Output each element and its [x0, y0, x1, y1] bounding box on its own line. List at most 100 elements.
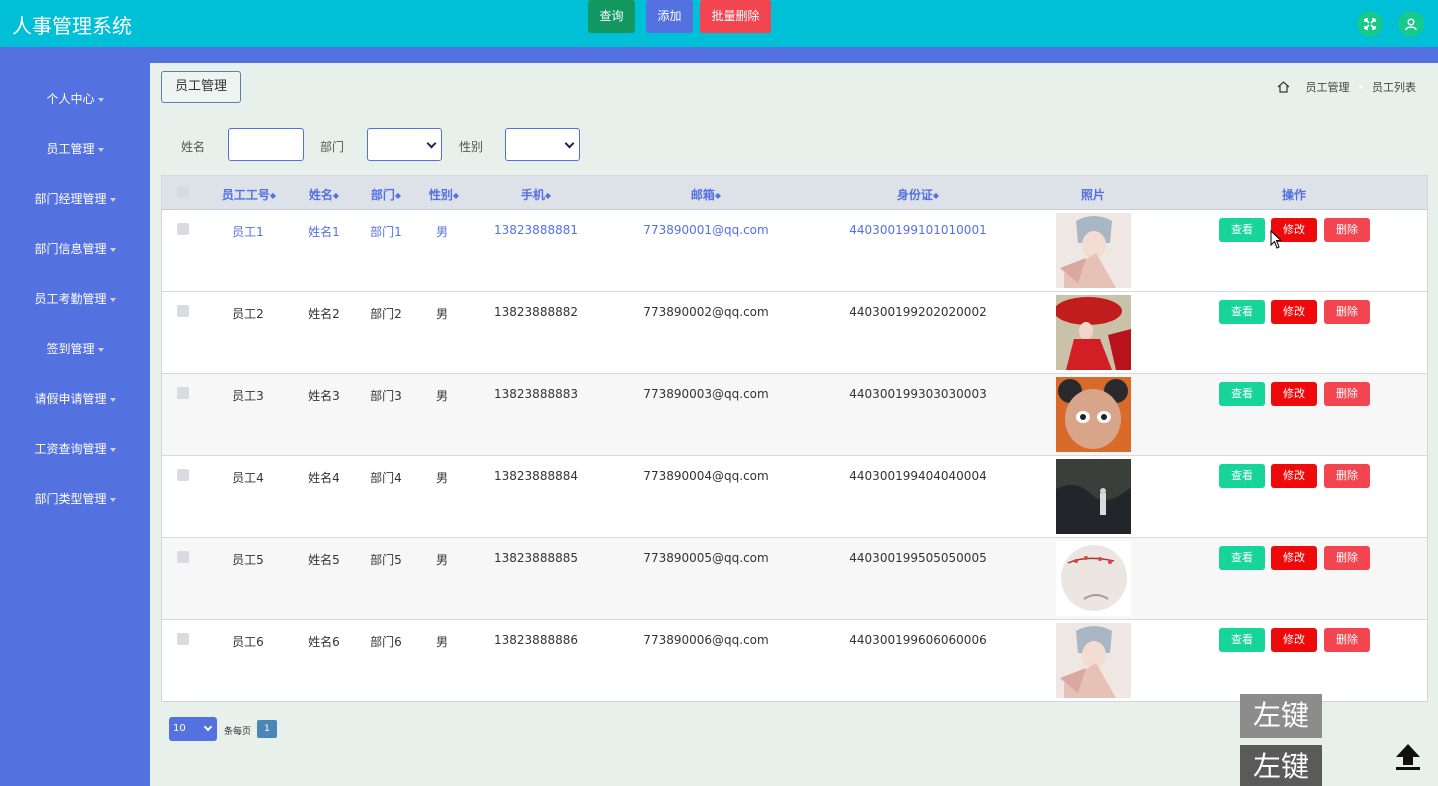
header-label: 姓名 — [308, 188, 333, 202]
header-idcard[interactable]: 身份证◆ — [897, 186, 939, 203]
delete-button[interactable]: 删除 — [1324, 300, 1370, 324]
sidebar-item-label: 员工考勤管理 — [34, 292, 107, 306]
cell-email: 773890004@qq.com — [643, 469, 769, 483]
header-employee-id[interactable]: 员工工号◆ — [222, 186, 276, 203]
add-button[interactable]: 添加 — [646, 0, 693, 33]
caret-down-icon — [97, 97, 104, 102]
sidebar-item-checkin[interactable]: 签到管理 — [0, 337, 150, 361]
header-label: 性别 — [428, 188, 453, 202]
sidebar-item-employee[interactable]: 员工管理 — [0, 137, 150, 161]
row-checkbox[interactable] — [177, 387, 189, 399]
sort-icon: ◆ — [932, 191, 940, 200]
sidebar-item-label: 签到管理 — [46, 342, 95, 356]
delete-button[interactable]: 删除 — [1324, 218, 1370, 242]
edit-button[interactable]: 修改 — [1271, 628, 1317, 652]
table-row: 员工6 姓名6 部门6 男 13823888886 773890006@qq.c… — [162, 620, 1427, 702]
header-dept[interactable]: 部门◆ — [371, 186, 401, 203]
sidebar-item-dept-info[interactable]: 部门信息管理 — [0, 237, 150, 261]
mouse-cursor-icon — [1270, 230, 1283, 249]
header-phone[interactable]: 手机◆ — [521, 186, 551, 203]
header-label: 员工工号 — [221, 188, 270, 202]
sidebar-item-label: 个人中心 — [46, 92, 95, 106]
header-photo: 照片 — [1080, 188, 1106, 202]
header-label: 部门 — [370, 188, 395, 202]
gender-select[interactable] — [505, 128, 580, 161]
cell-email: 773890006@qq.com — [643, 633, 769, 647]
delete-button[interactable]: 删除 — [1324, 382, 1370, 406]
batch-delete-button[interactable]: 批量删除 — [700, 0, 771, 33]
row-checkbox[interactable] — [177, 469, 189, 481]
header-name[interactable]: 姓名◆ — [309, 186, 339, 203]
query-button[interactable]: 查询 — [588, 0, 635, 33]
fullscreen-icon[interactable] — [1357, 11, 1383, 37]
header-gender[interactable]: 性别◆ — [429, 186, 459, 203]
view-button[interactable]: 查看 — [1219, 628, 1265, 652]
row-checkbox[interactable] — [177, 223, 189, 235]
key-press-badge: 左键 — [1240, 694, 1322, 738]
cell-name: 姓名1 — [308, 225, 340, 239]
cell-phone: 13823888886 — [494, 633, 578, 647]
caret-down-icon — [109, 247, 116, 252]
sidebar-item-dept-manager[interactable]: 部门经理管理 — [0, 187, 150, 211]
row-checkbox[interactable] — [177, 551, 189, 563]
row-checkbox[interactable] — [177, 633, 189, 645]
cell-phone: 13823888884 — [494, 469, 578, 483]
edit-button[interactable]: 修改 — [1271, 464, 1317, 488]
page-number[interactable]: 1 — [257, 720, 277, 738]
sidebar-item-attendance[interactable]: 员工考勤管理 — [0, 287, 150, 311]
view-button[interactable]: 查看 — [1219, 300, 1265, 324]
caret-down-icon — [109, 197, 116, 202]
cell-gender: 男 — [435, 471, 449, 485]
name-input[interactable] — [228, 128, 304, 161]
sort-icon: ◆ — [452, 191, 460, 200]
delete-button[interactable]: 删除 — [1324, 628, 1370, 652]
cell-name: 姓名3 — [308, 389, 340, 403]
cell-phone: 13823888885 — [494, 551, 578, 565]
user-icon[interactable] — [1398, 11, 1424, 37]
employee-photo — [1056, 459, 1131, 534]
delete-button[interactable]: 删除 — [1324, 546, 1370, 570]
cell-gender: 男 — [435, 389, 449, 403]
caret-down-icon — [109, 397, 116, 402]
sidebar-item-leave[interactable]: 请假申请管理 — [0, 387, 150, 411]
cell-employee-id: 员工1 — [232, 225, 264, 239]
per-page-label: 条每页 — [224, 727, 252, 737]
table-row: 员工5 姓名5 部门5 男 13823888885 773890005@qq.c… — [162, 538, 1427, 620]
sort-icon: ◆ — [394, 191, 402, 200]
cell-email: 773890003@qq.com — [643, 387, 769, 401]
edit-button[interactable]: 修改 — [1271, 382, 1317, 406]
view-button[interactable]: 查看 — [1219, 218, 1265, 242]
cell-name: 姓名5 — [308, 553, 340, 567]
user-glyph — [1405, 18, 1417, 31]
edit-button[interactable]: 修改 — [1271, 546, 1317, 570]
delete-button[interactable]: 删除 — [1324, 464, 1370, 488]
cell-dept: 部门4 — [370, 471, 402, 485]
page-size-select[interactable]: 10 — [169, 717, 217, 741]
edit-button[interactable]: 修改 — [1271, 300, 1317, 324]
view-button[interactable]: 查看 — [1219, 382, 1265, 406]
sidebar-item-salary[interactable]: 工资查询管理 — [0, 437, 150, 461]
cell-gender: 男 — [435, 307, 449, 321]
header-email[interactable]: 邮箱◆ — [691, 186, 721, 203]
sidebar-item-label: 工资查询管理 — [34, 442, 107, 456]
sidebar-item-personal-center[interactable]: 个人中心 — [0, 87, 150, 111]
page-size-value: 10 — [173, 723, 186, 734]
module-tag: 员工管理 — [161, 71, 241, 103]
select-all-checkbox[interactable] — [177, 186, 189, 198]
sidebar-item-dept-type[interactable]: 部门类型管理 — [0, 487, 150, 511]
cell-phone: 13823888882 — [494, 305, 578, 319]
row-checkbox[interactable] — [177, 305, 189, 317]
cell-idcard: 440300199101010001 — [849, 223, 987, 237]
back-to-top-icon[interactable] — [1393, 741, 1423, 771]
cell-name: 姓名2 — [308, 307, 340, 321]
view-button[interactable]: 查看 — [1219, 464, 1265, 488]
cell-email: 773890005@qq.com — [643, 551, 769, 565]
chevron-down-icon — [203, 722, 213, 732]
dept-select[interactable] — [367, 128, 442, 161]
cell-dept: 部门6 — [370, 635, 402, 649]
cell-idcard: 440300199505050005 — [849, 551, 987, 565]
view-button[interactable]: 查看 — [1219, 546, 1265, 570]
breadcrumb-item[interactable]: 员工管理 — [1306, 79, 1350, 95]
home-icon[interactable] — [1277, 81, 1290, 93]
employee-table: 员工工号◆ 姓名◆ 部门◆ 性别◆ 手机◆ 邮箱◆ 身份证◆ 照片 操作 员工1… — [161, 175, 1428, 702]
